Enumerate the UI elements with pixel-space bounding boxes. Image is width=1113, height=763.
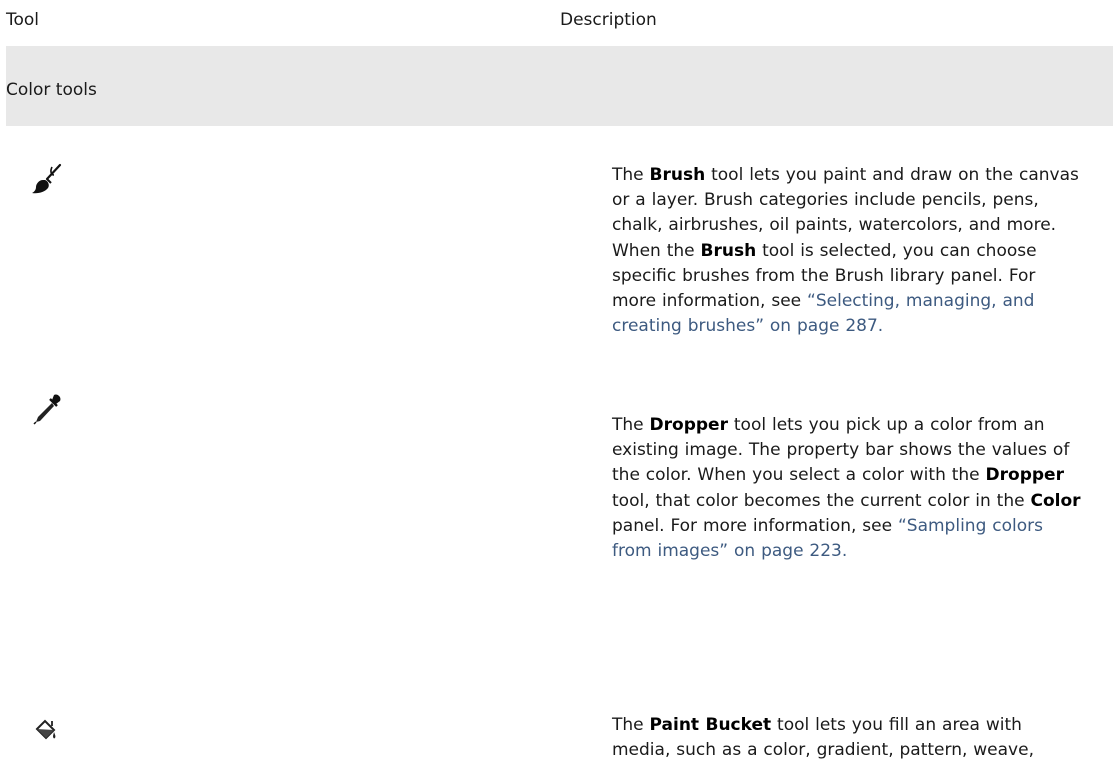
section-row: Color tools: [6, 46, 1113, 126]
paint-bucket-description: The Paint Bucket tool lets you fill an a…: [612, 713, 1082, 763]
description-text: panel. For more information, see: [612, 515, 898, 536]
section-label: Color tools: [6, 80, 97, 100]
brush-description: The Brush tool lets you paint and draw o…: [612, 163, 1082, 339]
column-header-tool: Tool: [6, 10, 40, 30]
dropper-description: The Dropper tool lets you pick up a colo…: [612, 413, 1082, 564]
tool-name: Color: [1030, 490, 1081, 511]
description-text: The: [612, 415, 650, 435]
brush-icon: [30, 163, 64, 197]
page: Tool Description Color tools The Brush t…: [0, 0, 1113, 763]
tool-name: Dropper: [985, 465, 1064, 486]
description-text: tool, that color becomes the current col…: [612, 490, 1031, 511]
dropper-icon: [30, 392, 64, 426]
description-text: The: [612, 715, 650, 735]
table-header-row: Tool Description: [0, 0, 1113, 46]
tool-name: Brush: [700, 240, 757, 261]
column-header-description: Description: [560, 10, 657, 30]
description-text: The: [612, 165, 650, 185]
tool-name: Paint Bucket: [649, 715, 772, 735]
tool-name: Brush: [649, 165, 706, 185]
paint-bucket-icon: [32, 717, 60, 745]
tool-name: Dropper: [649, 415, 728, 435]
